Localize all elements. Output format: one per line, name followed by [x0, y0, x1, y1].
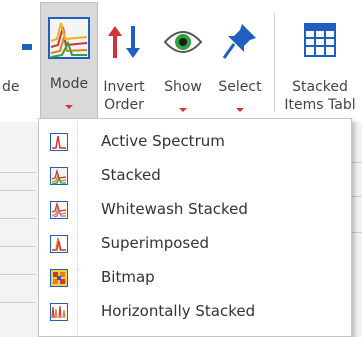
stacked-items-table-label: Stacked Items Tabl [278, 78, 362, 114]
pin-icon [222, 22, 258, 64]
ribbon-separator [274, 12, 275, 112]
show-label: Show [164, 79, 202, 95]
invert-order-icon [106, 24, 142, 64]
invert-label-line1: Invert [103, 79, 145, 95]
menu-item-label: Whitewash Stacked [101, 200, 248, 218]
menu-item-horizontally-stacked[interactable]: Horizontally Stacked [39, 295, 351, 329]
select-label: Select [218, 79, 262, 95]
partial-icon [22, 44, 32, 50]
menu-item-stacked[interactable]: Stacked [39, 159, 351, 193]
invert-label-line2: Order [104, 97, 144, 113]
grid-line [0, 274, 36, 275]
mode-label: Mode [49, 76, 89, 92]
superimposed-icon [50, 235, 68, 253]
chevron-down-icon [41, 105, 97, 113]
menu-item-label: Active Spectrum [101, 132, 225, 150]
menu-item-active-spectrum[interactable]: Active Spectrum [39, 125, 351, 159]
stacked-table-line1: Stacked [292, 79, 348, 95]
whitewash-stacked-icon [50, 201, 68, 219]
bitmap-icon [50, 269, 68, 287]
menu-item-label: Bitmap [101, 268, 155, 286]
menu-item-bitmap[interactable]: Bitmap [39, 261, 351, 295]
stacked-table-line2: Items Tabl [284, 97, 356, 113]
horizontally-stacked-icon [50, 303, 68, 321]
invert-order-button[interactable]: Invert Order [100, 6, 148, 116]
grid-line [0, 218, 36, 219]
chevron-down-icon [158, 108, 208, 116]
menu-item-label: Horizontally Stacked [101, 302, 256, 320]
active-spectrum-icon [50, 133, 68, 151]
stacked-spectrum-icon [48, 17, 90, 63]
mode-button[interactable]: Mode [40, 2, 98, 120]
menu-item-superimposed[interactable]: Superimposed [39, 227, 351, 261]
stacked-icon [50, 167, 68, 185]
grid-line [0, 302, 36, 303]
grid-line [0, 190, 36, 191]
invert-order-label: Invert Order [100, 78, 148, 114]
table-icon [303, 22, 337, 62]
show-button[interactable]: Show [158, 6, 208, 116]
stacked-items-table-button[interactable]: Stacked Items Tabl [278, 6, 362, 116]
eye-icon [163, 28, 203, 60]
menu-item-label: Superimposed [101, 234, 209, 252]
chevron-down-icon [214, 108, 266, 116]
select-button[interactable]: Select [214, 6, 266, 116]
grid-line [0, 246, 36, 247]
mode-dropdown-menu: Active Spectrum Stacked Whitewash Stacke… [38, 118, 352, 337]
grid-line [0, 172, 36, 173]
menu-item-label: Stacked [101, 166, 161, 184]
menu-item-whitewash-stacked[interactable]: Whitewash Stacked [39, 193, 351, 227]
partial-left-button[interactable]: de [0, 6, 32, 116]
ribbon: de Mode Invert Order Show Select Stacked… [0, 0, 362, 122]
partial-left-label: de [2, 79, 20, 95]
